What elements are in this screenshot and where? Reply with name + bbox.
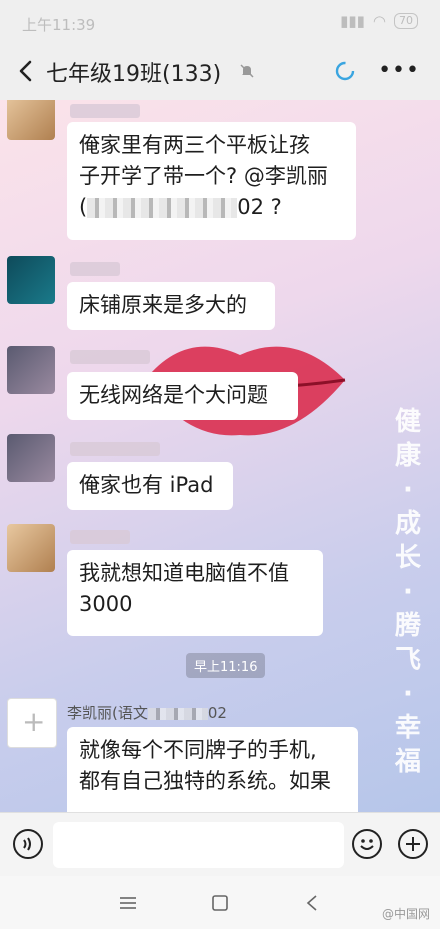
- avatar[interactable]: [7, 524, 55, 572]
- battery-indicator: 70: [394, 13, 418, 29]
- message-bubble[interactable]: 床铺原来是多大的: [67, 282, 275, 330]
- menu-nav-icon[interactable]: [120, 896, 136, 910]
- chat-area[interactable]: 健康 · 成长 · 腾飞 · 幸福 俺家里有两三个平板让孩 子开学了带一个? @李凯丽…: [0, 100, 440, 812]
- avatar-plus-icon: +: [22, 705, 46, 738]
- system-nav-bar: [0, 876, 440, 929]
- sender-name-blurred: [70, 104, 140, 118]
- message-bubble[interactable]: 无线网络是个大问题: [67, 372, 298, 420]
- sender-name-blurred: [70, 262, 120, 276]
- avatar[interactable]: [7, 100, 55, 140]
- message-bubble[interactable]: 我就想知道电脑值不值 3000: [67, 550, 323, 636]
- status-bar: 上午11:39 ▮▮▮ ◠ 70: [0, 0, 440, 44]
- voice-input-icon[interactable]: [13, 829, 43, 859]
- watermark: @中国网: [381, 907, 430, 921]
- back-arrow-icon[interactable]: [12, 56, 40, 86]
- wifi-icon: ◠: [372, 12, 386, 30]
- loading-ring-icon: [335, 61, 355, 81]
- more-options-icon[interactable]: •••: [378, 58, 420, 83]
- blurred-text: [147, 707, 208, 720]
- chat-title: 七年级19班(133): [46, 62, 222, 87]
- message-bubble[interactable]: 俺家也有 iPad: [67, 462, 233, 510]
- motto-text: 健康 · 成长 · 腾飞 · 幸福: [394, 407, 421, 777]
- avatar[interactable]: [7, 256, 55, 304]
- emoji-icon[interactable]: [352, 829, 382, 859]
- sender-name: 李凯丽(语文 02: [67, 704, 227, 722]
- input-bar: [0, 812, 440, 877]
- sender-name-blurred: [70, 442, 160, 456]
- chat-header: 七年级19班(133) •••: [0, 44, 440, 101]
- message-bubble[interactable]: 俺家里有两三个平板让孩 子开学了带一个? @李凯丽 (02 ?: [67, 122, 356, 240]
- back-nav-icon[interactable]: [306, 895, 318, 911]
- sender-name-blurred: [70, 350, 150, 364]
- time-divider: 早上11:16: [186, 653, 266, 678]
- avatar[interactable]: [7, 346, 55, 394]
- blurred-text: [87, 198, 238, 218]
- avatar[interactable]: [7, 434, 55, 482]
- status-icons: ▮▮▮ ◠ 70: [340, 12, 418, 30]
- sender-name-blurred: [70, 530, 130, 544]
- home-nav-icon[interactable]: [212, 895, 228, 911]
- message-input[interactable]: [53, 822, 344, 868]
- mute-bell-icon: [240, 64, 254, 78]
- add-attachment-icon[interactable]: [398, 829, 428, 859]
- avatar[interactable]: +: [7, 698, 57, 748]
- status-time: 上午11:39: [22, 16, 96, 34]
- message-bubble[interactable]: 就像每个不同牌子的手机, 都有自己独特的系统。如果: [67, 727, 358, 812]
- signal-icon: ▮▮▮: [340, 12, 365, 30]
